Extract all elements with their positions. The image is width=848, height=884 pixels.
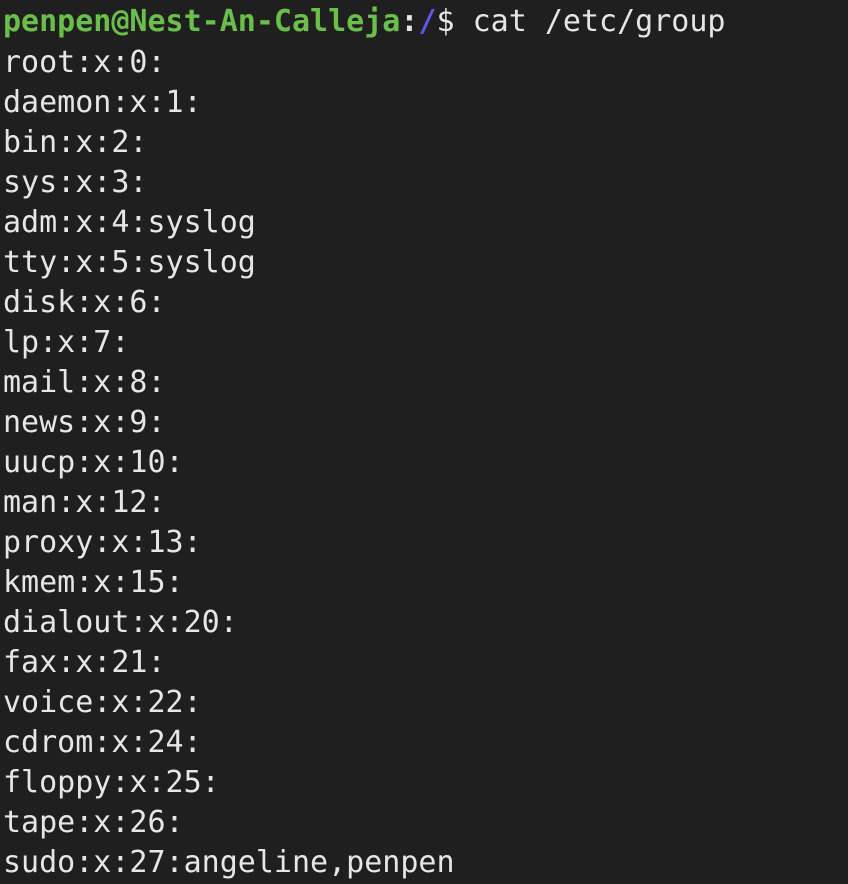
output-line-sys: sys:x:3:: [3, 165, 148, 200]
output-line-man: man:x:12:: [3, 485, 166, 520]
output-line-dialout: dialout:x:20:: [3, 605, 238, 640]
prompt-symbol: $: [436, 4, 455, 39]
output-line-tty: tty:x:5:syslog: [3, 245, 256, 280]
output-line-adm: adm:x:4:syslog: [3, 205, 256, 240]
output-line-news: news:x:9:: [3, 405, 166, 440]
output-line-cdrom: cdrom:x:24:: [3, 725, 202, 760]
prompt-separator: :: [400, 4, 419, 39]
command-text: cat /etc/group: [454, 4, 726, 39]
output-line-mail: mail:x:8:: [3, 365, 166, 400]
prompt-cwd: /: [418, 4, 437, 39]
output-line-bin: bin:x:2:: [3, 125, 148, 160]
output-line-lp: lp:x:7:: [3, 325, 130, 360]
output-line-proxy: proxy:x:13:: [3, 525, 202, 560]
output-line-sudo: sudo:x:27:angeline,penpen: [3, 845, 455, 880]
output-line-disk: disk:x:6:: [3, 285, 166, 320]
prompt-user-host: penpen@Nest-An-Calleja: [3, 4, 401, 39]
prompt-line: penpen@Nest-An-Calleja:/$ cat /etc/group: [3, 0, 848, 43]
output-line-voice: voice:x:22:: [3, 685, 202, 720]
output-line-tape: tape:x:26:: [3, 805, 184, 840]
output-line-daemon: daemon:x:1:: [3, 85, 202, 120]
output-line-kmem: kmem:x:15:: [3, 565, 184, 600]
terminal-window[interactable]: penpen@Nest-An-Calleja:/$ cat /etc/group…: [0, 0, 848, 884]
output-line-uucp: uucp:x:10:: [3, 445, 184, 480]
output-line-fax: fax:x:21:: [3, 645, 166, 680]
output-line-root: root:x:0:: [3, 45, 166, 80]
output-line-floppy: floppy:x:25:: [3, 765, 220, 800]
